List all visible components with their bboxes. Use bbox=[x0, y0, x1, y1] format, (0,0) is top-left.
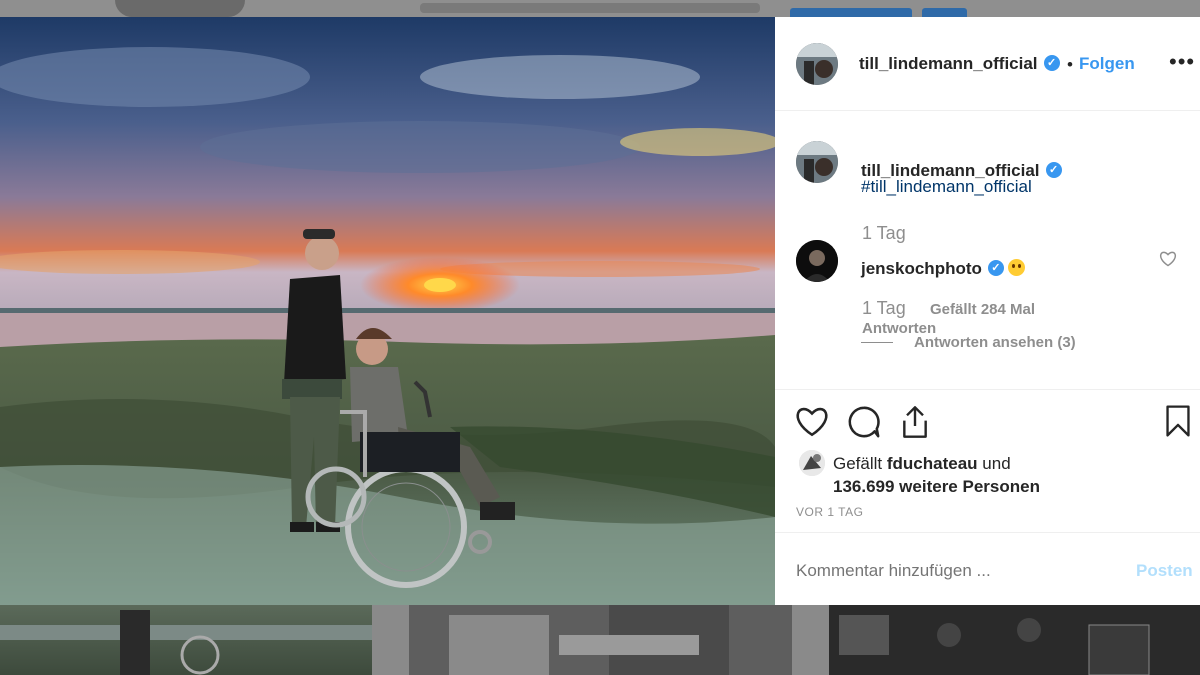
separator-dot: • bbox=[1067, 55, 1073, 74]
background-profile-avatar bbox=[115, 0, 245, 17]
likes-others-link[interactable]: 136.699 weitere Personen bbox=[833, 477, 1040, 496]
author-avatar[interactable] bbox=[796, 43, 838, 85]
likes-summary: Gefällt fduchateau und 136.699 weitere P… bbox=[833, 452, 1040, 498]
liker-username[interactable]: fduchateau bbox=[887, 454, 978, 473]
background-thumbnail bbox=[409, 605, 792, 675]
post-photo[interactable] bbox=[0, 17, 775, 605]
likes-connector: und bbox=[982, 454, 1011, 473]
caption-hashtag-link[interactable]: #till_lindemann_official bbox=[861, 177, 1032, 197]
verified-badge-icon: ✓ bbox=[987, 259, 1004, 276]
commenter-username-text[interactable]: jenskochphoto bbox=[861, 259, 982, 278]
view-replies-button[interactable]: Antworten ansehen (3) bbox=[914, 334, 1076, 351]
more-options-icon[interactable]: ••• bbox=[1169, 49, 1195, 75]
background-thumbnail bbox=[829, 605, 1200, 675]
background-profile-name bbox=[420, 3, 760, 13]
verified-badge-icon: ✓ bbox=[1043, 54, 1060, 71]
bookmark-icon[interactable] bbox=[1164, 404, 1192, 438]
comment-composer: Posten bbox=[775, 532, 1200, 606]
comments-list[interactable]: till_lindemann_official ✓ #till_lindemann… bbox=[775, 111, 1200, 389]
smiley-emoji-icon bbox=[1007, 259, 1025, 277]
background-dropdown-button bbox=[922, 8, 967, 17]
post-actions-section: Gefällt fduchateau und 136.699 weitere P… bbox=[775, 389, 1200, 540]
caption-author-avatar[interactable] bbox=[796, 141, 838, 183]
post-comment-button[interactable]: Posten bbox=[1136, 561, 1193, 581]
commenter-username[interactable]: jenskochphoto ✓ bbox=[861, 259, 1025, 279]
commenter-avatar[interactable] bbox=[796, 240, 838, 282]
follow-button[interactable]: Folgen bbox=[1079, 54, 1135, 74]
post-timestamp[interactable]: VOR 1 TAG bbox=[796, 505, 863, 519]
verified-badge-icon: ✓ bbox=[1045, 161, 1062, 178]
author-username-text[interactable]: till_lindemann_official bbox=[859, 54, 1038, 73]
background-follow-button bbox=[790, 8, 912, 17]
background-thumbnail bbox=[0, 605, 372, 675]
comment-like-count[interactable]: Gefällt 284 Mal bbox=[930, 301, 1035, 318]
replies-divider-line bbox=[861, 342, 893, 343]
caption-time[interactable]: 1 Tag bbox=[862, 223, 906, 244]
share-icon[interactable] bbox=[899, 404, 931, 440]
comment-icon[interactable] bbox=[847, 405, 881, 439]
likes-prefix: Gefällt bbox=[833, 454, 883, 473]
comment-like-heart-icon[interactable] bbox=[1159, 251, 1177, 267]
author-username[interactable]: till_lindemann_official ✓ bbox=[859, 54, 1060, 74]
post-detail-panel: till_lindemann_official ✓ • Folgen ••• ti… bbox=[775, 17, 1200, 605]
heart-icon[interactable] bbox=[795, 406, 829, 438]
post-header: till_lindemann_official ✓ • Folgen ••• bbox=[775, 17, 1200, 111]
comment-time[interactable]: 1 Tag bbox=[862, 298, 906, 319]
comment-input[interactable] bbox=[796, 561, 1096, 581]
liker-avatar[interactable] bbox=[799, 450, 825, 476]
